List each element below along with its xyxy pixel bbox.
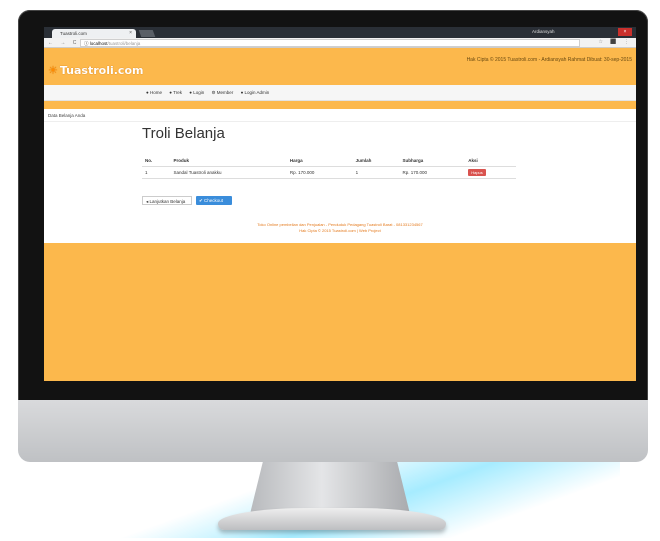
monitor-base <box>218 508 446 530</box>
accent-stripe <box>44 101 636 109</box>
screen: Tuastroli.com × Ardiansyah × ← → C ⓘ loc… <box>44 27 636 381</box>
page-content: Data Belanja Anda Troli Belanja No. Prod… <box>44 109 636 243</box>
header-jumlah: Jumlah <box>352 155 400 167</box>
nav-arrows-icon[interactable]: ← → C <box>48 40 79 46</box>
url-path: /tuastroli/belanja <box>107 41 141 46</box>
cell-aksi: Hapus <box>465 166 516 179</box>
cell-no: 1 <box>142 166 171 179</box>
header-harga: Harga <box>286 155 353 167</box>
cell-subharga: Rp. 170.000 <box>399 166 466 179</box>
extension-icons[interactable]: ☆ ⬛ ⋮ <box>599 39 633 45</box>
nav-item-login[interactable]: ● Login <box>189 90 204 95</box>
header-produk: Produk <box>170 155 287 167</box>
profile-name[interactable]: Ardiansyah <box>532 29 555 34</box>
header-no: No. <box>142 155 171 167</box>
table-header-row: No. Produk Harga Jumlah Subharga Aksi <box>142 155 516 167</box>
address-bar[interactable]: ⓘ localhost/tuastroli/belanja <box>80 39 580 47</box>
cart-logo-icon: ☀ <box>48 64 58 77</box>
site-logo[interactable]: ☀ Tuastroli.com <box>48 64 143 77</box>
site-header: ☀ Tuastroli.com Hak Cipta © 2015 Tuastrol… <box>44 48 636 85</box>
new-tab-button[interactable] <box>138 30 156 37</box>
nav-item-trek[interactable]: ● Trek <box>169 90 182 95</box>
checkout-button[interactable]: ✔ Checkout <box>196 196 232 205</box>
cell-jumlah: 1 <box>352 166 400 179</box>
cart-table: No. Produk Harga Jumlah Subharga Aksi 1 … <box>142 155 516 179</box>
nav-item-home[interactable]: ● Home <box>146 90 162 95</box>
tab-close-icon[interactable]: × <box>129 30 132 36</box>
delete-button[interactable]: Hapus <box>468 169 486 176</box>
header-aksi: Aksi <box>465 155 516 167</box>
continue-shopping-button[interactable]: ◂ Lanjutkan Belanja <box>142 196 192 205</box>
monitor-scene: Tuastroli.com × Ardiansyah × ← → C ⓘ loc… <box>0 0 660 541</box>
breadcrumb: Data Belanja Anda <box>48 113 86 118</box>
cell-produk: Sandal Tuastroli anakku <box>170 166 287 179</box>
monitor-chin <box>18 400 648 462</box>
monitor-stand <box>250 462 410 514</box>
header-subharga: Subharga <box>399 155 466 167</box>
browser-toolbar: ← → C ⓘ localhost/tuastroli/belanja ☆ ⬛ … <box>44 38 636 48</box>
nav-menu: ● Home ● Trek ● Login ⚙ Member ● Login A… <box>146 90 275 96</box>
header-meta: Hak Cipta © 2015 Tuastroli.com - Ardians… <box>466 57 632 63</box>
tab-title: Tuastroli.com <box>60 31 87 36</box>
navbar: ● Home ● Trek ● Login ⚙ Member ● Login A… <box>44 85 636 101</box>
browser-tab[interactable]: Tuastroli.com × <box>52 29 136 38</box>
nav-item-member[interactable]: ⚙ Member <box>212 90 234 95</box>
browser-tab-strip: Tuastroli.com × Ardiansyah × <box>44 27 636 38</box>
url-host: ⓘ localhost <box>84 41 108 46</box>
table-row: 1 Sandal Tuastroli anakku Rp. 170.000 1 … <box>142 166 516 179</box>
window-close-button[interactable]: × <box>618 28 632 36</box>
nav-item-login-admin[interactable]: ● Login Admin <box>241 90 270 95</box>
divider <box>44 121 636 122</box>
site-footer: Toko Online pembelian dan Penjualan - Pe… <box>44 222 636 234</box>
logo-text: Tuastroli.com <box>59 64 144 77</box>
footer-line-2: Hak Cipta © 2015 Tuastroli.com | Web Pro… <box>299 228 381 233</box>
cell-harga: Rp. 170.000 <box>286 166 353 179</box>
page-title: Troli Belanja <box>142 125 225 142</box>
